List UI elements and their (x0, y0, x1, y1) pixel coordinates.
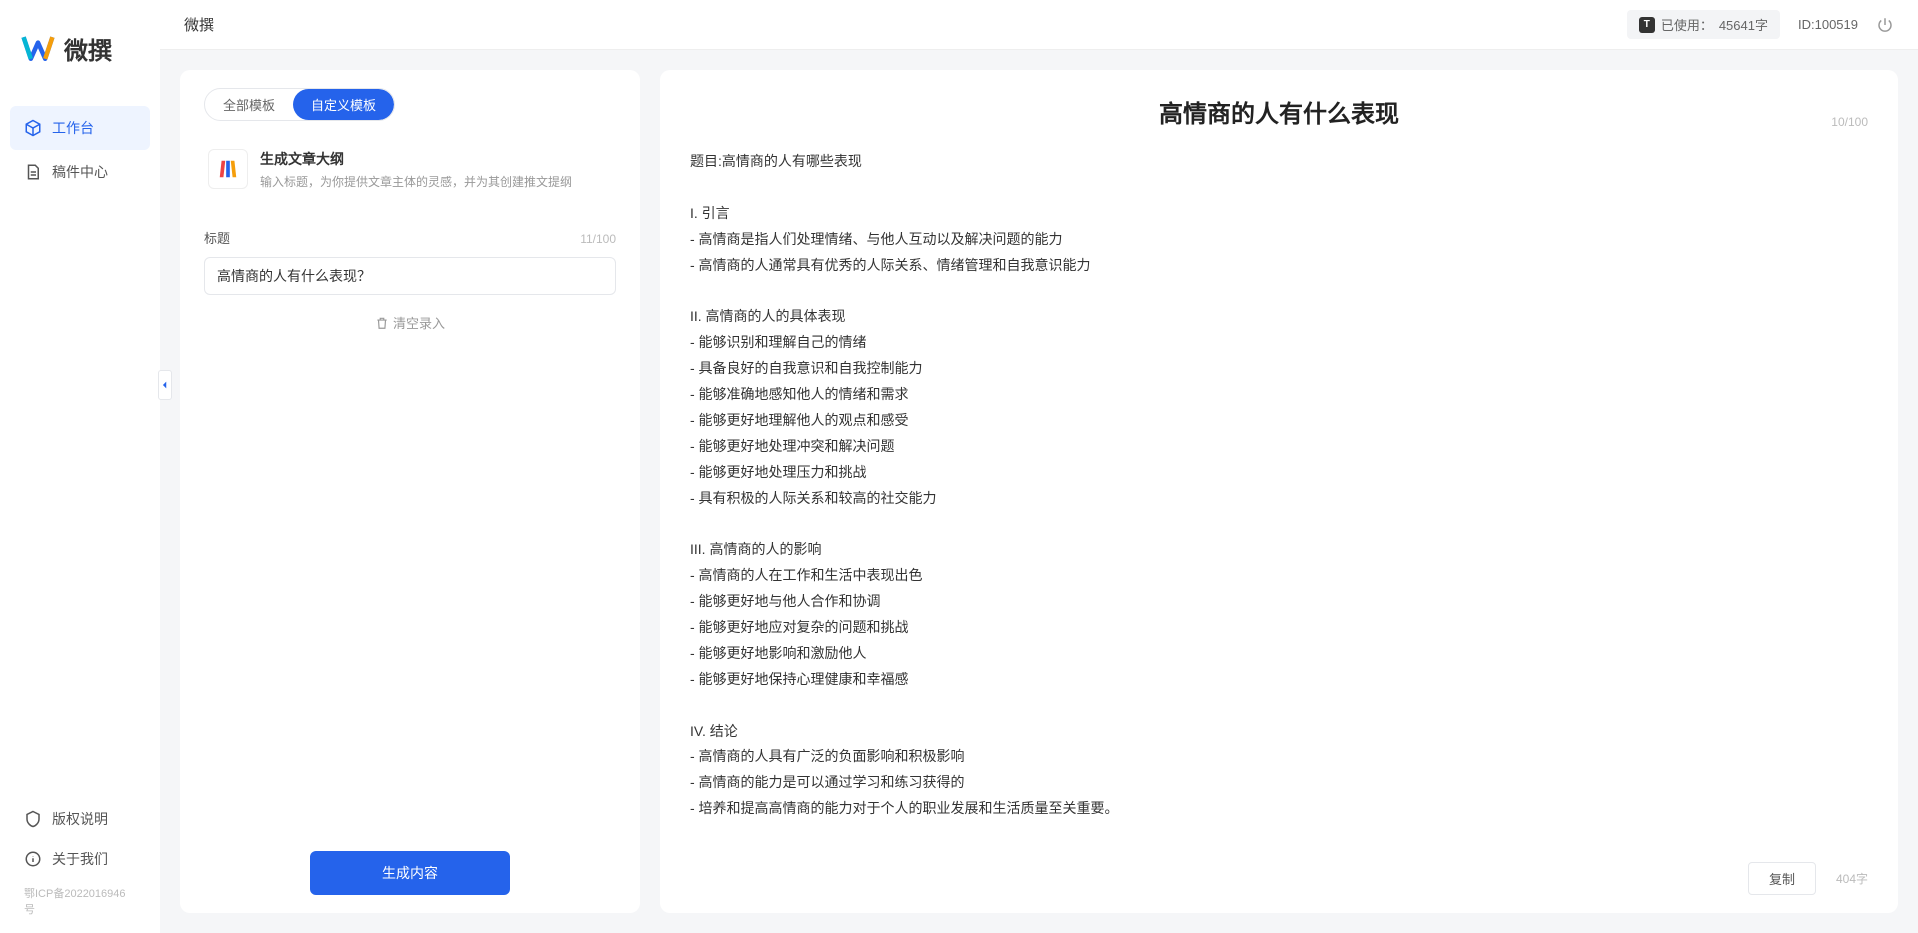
sidebar: 微撰 工作台 稿件中心 版权说明 关于我们 鄂ICP备202 (0, 0, 160, 933)
document-body[interactable]: 题目:高情商的人有哪些表现 I. 引言 - 高情商是指人们处理情绪、与他人互动以… (690, 149, 1868, 822)
sidebar-item-copyright[interactable]: 版权说明 (10, 799, 150, 839)
usage-label: 已使用： (1661, 15, 1713, 34)
nav-label: 版权说明 (52, 809, 108, 829)
shield-icon (24, 810, 42, 828)
brand-logo: 微撰 (0, 0, 160, 106)
cube-icon (24, 119, 42, 137)
document-title[interactable]: 高情商的人有什么表现 (1159, 94, 1399, 129)
document-icon (24, 163, 42, 181)
title-field-label: 标题 (204, 228, 230, 247)
sidebar-collapse-handle[interactable] (158, 370, 172, 400)
text-count-icon: T (1639, 17, 1655, 33)
sidebar-item-about[interactable]: 关于我们 (10, 839, 150, 879)
usage-value: 45641字 (1719, 15, 1768, 34)
icp-footer: 鄂ICP备2022016946号 (10, 879, 150, 923)
title-field-count: 11/100 (580, 232, 616, 246)
word-count: 404字 (1836, 870, 1868, 887)
chevron-left-icon (160, 380, 170, 390)
nav-label: 工作台 (52, 118, 94, 138)
sidebar-item-drafts[interactable]: 稿件中心 (10, 150, 150, 194)
tab-all-templates[interactable]: 全部模板 (205, 89, 293, 120)
template-panel: 全部模板 自定义模板 生成文章大纲 (180, 70, 640, 913)
copy-button[interactable]: 复制 (1748, 862, 1816, 895)
title-input[interactable] (204, 257, 616, 295)
trash-icon (375, 316, 389, 330)
generate-button[interactable]: 生成内容 (310, 851, 510, 895)
books-icon (217, 158, 239, 180)
template-tabs: 全部模板 自定义模板 (204, 88, 395, 121)
sidebar-item-workspace[interactable]: 工作台 (10, 106, 150, 150)
page-title: 微撰 (184, 14, 214, 35)
nav-label: 稿件中心 (52, 162, 108, 182)
document-title-count: 10/100 (1831, 115, 1868, 129)
nav-label: 关于我们 (52, 849, 108, 869)
template-title: 生成文章大纲 (260, 149, 572, 169)
clear-input-button[interactable]: 清空录入 (204, 313, 616, 332)
template-icon (208, 149, 248, 189)
user-id: ID:100519 (1798, 17, 1858, 32)
power-icon[interactable] (1876, 16, 1894, 34)
template-desc: 输入标题，为你提供文章主体的灵感，并为其创建推文提纲 (260, 173, 572, 190)
usage-badge[interactable]: T 已使用： 45641字 (1627, 10, 1780, 39)
template-card: 生成文章大纲 输入标题，为你提供文章主体的灵感，并为其创建推文提纲 (204, 141, 616, 208)
tab-custom-templates[interactable]: 自定义模板 (293, 89, 394, 120)
brand-name: 微撰 (64, 31, 112, 66)
brand-logo-icon (20, 30, 56, 66)
info-icon (24, 850, 42, 868)
topbar: 微撰 T 已使用： 45641字 ID:100519 (160, 0, 1918, 50)
main-nav: 工作台 稿件中心 (0, 106, 160, 799)
sidebar-bottom: 版权说明 关于我们 鄂ICP备2022016946号 (0, 799, 160, 933)
output-panel: 高情商的人有什么表现 10/100 题目:高情商的人有哪些表现 I. 引言 - … (660, 70, 1898, 913)
